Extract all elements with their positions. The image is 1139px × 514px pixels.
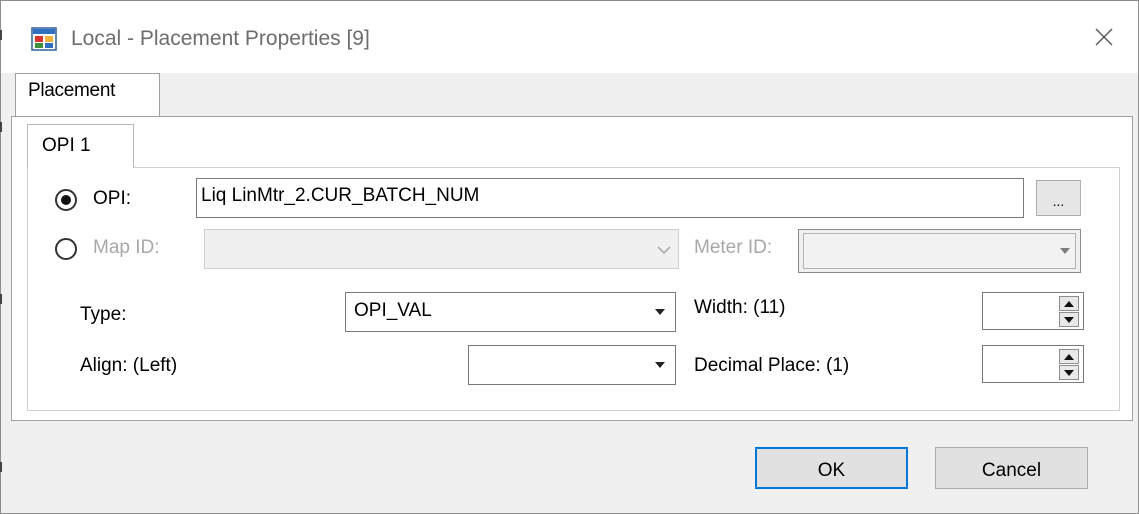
dropdown-arrow-icon: [1060, 248, 1070, 254]
meter-id-combo: [798, 229, 1081, 273]
tab-opi-1[interactable]: OPI 1: [27, 124, 134, 168]
outer-tab-strip: Placement: [11, 73, 1136, 117]
title-bar: Local - Placement Properties [9]: [1, 1, 1138, 73]
type-value: OPI_VAL: [354, 300, 432, 321]
opi-radio[interactable]: [55, 189, 77, 211]
window-title: Local - Placement Properties [9]: [71, 27, 370, 50]
type-label: Type:: [80, 304, 127, 325]
window-edge-mark: [0, 462, 2, 472]
opi-panel: OPI: Liq LinMtr_2.CUR_BATCH_NUM ... Map …: [27, 167, 1120, 411]
decimal-place-label: Decimal Place: (1): [694, 355, 850, 376]
ok-button[interactable]: OK: [755, 447, 908, 489]
align-combo[interactable]: [468, 345, 676, 385]
width-spin-up-button[interactable]: [1059, 296, 1079, 311]
opi-label: OPI:: [93, 188, 132, 209]
window-app-icon: [31, 27, 57, 51]
close-button[interactable]: [1081, 17, 1127, 57]
type-dropdown-button[interactable]: [644, 293, 675, 331]
align-dropdown-button[interactable]: [644, 346, 675, 384]
window-edge-mark: [0, 30, 2, 40]
decimal-spin-down-button[interactable]: [1059, 365, 1079, 380]
tab-placement[interactable]: Placement: [15, 73, 160, 117]
width-spin-down-button[interactable]: [1059, 312, 1079, 327]
width-label: Width: (11): [694, 297, 786, 318]
meter-id-label: Meter ID:: [694, 237, 773, 258]
type-combo[interactable]: OPI_VAL: [345, 292, 676, 332]
align-label: Align: (Left): [80, 355, 178, 376]
width-stepper[interactable]: [982, 292, 1084, 330]
meter-id-value: [803, 233, 1076, 269]
placement-panel: OPI 1 OPI: Liq LinMtr_2.CUR_BATCH_NUM ..…: [11, 116, 1133, 421]
opi-input[interactable]: Liq LinMtr_2.CUR_BATCH_NUM: [196, 178, 1024, 218]
window-edge-mark: [0, 122, 2, 132]
map-id-radio[interactable]: [55, 238, 77, 260]
map-id-combo: [204, 229, 679, 269]
window-edge-mark: [0, 294, 2, 304]
dialog-window: Local - Placement Properties [9] Placeme…: [0, 0, 1139, 514]
close-icon: [1095, 28, 1113, 46]
cancel-button[interactable]: Cancel: [935, 447, 1088, 489]
chevron-down-icon: [657, 246, 671, 254]
decimal-place-stepper[interactable]: [982, 345, 1084, 383]
browse-button[interactable]: ...: [1036, 180, 1081, 216]
map-id-label: Map ID:: [93, 237, 160, 258]
decimal-spin-up-button[interactable]: [1059, 349, 1079, 364]
